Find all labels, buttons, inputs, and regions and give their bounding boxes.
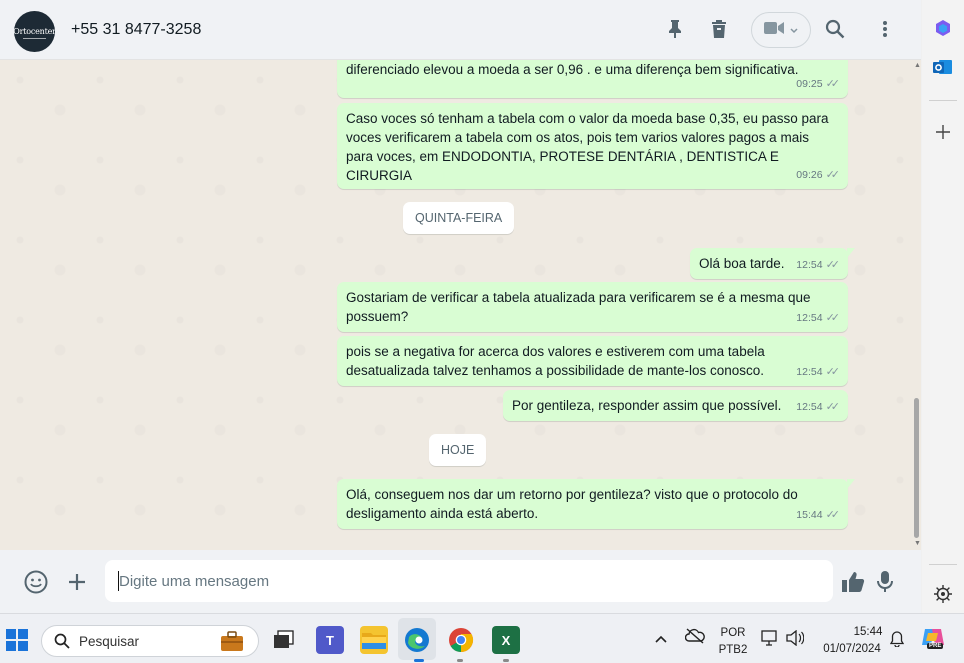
message-time: 09:25 [796, 78, 823, 90]
day-separator: QUINTA-FEIRA [403, 202, 515, 234]
message-meta: 12:54 ✓✓ [796, 256, 840, 275]
attach-plus-icon[interactable] [64, 569, 90, 595]
search-label: Pesquisar [79, 634, 140, 649]
message-meta: 12:54 ✓✓ [796, 398, 840, 417]
pin-icon[interactable] [663, 17, 687, 41]
message-bubble[interactable]: pois se a negativa for acerca dos valore… [337, 336, 848, 386]
double-check-icon: ✓✓ [825, 401, 841, 413]
network-monitor-icon[interactable] [761, 630, 779, 651]
sidebar-divider [929, 100, 957, 101]
avatar-logo-text: Ortocenter [14, 27, 55, 36]
search-magnifier-icon [54, 633, 70, 654]
language-indicator-top[interactable]: POR [719, 627, 747, 639]
whatsapp-window: Ortocenter +55 31 8477-3258 diferenciado… [0, 0, 921, 613]
windows-taskbar: Pesquisar T X POR PTB2 15:44 01/07/2024 … [0, 613, 964, 663]
tray-chevron-up-icon[interactable] [655, 631, 667, 649]
thumbs-up-icon[interactable] [840, 569, 866, 595]
add-plus-icon[interactable] [931, 120, 955, 144]
chevron-down-icon [790, 21, 798, 39]
message-bubble[interactable]: Gostariam de verificar a tabela atualiza… [337, 282, 848, 332]
message-text: Caso voces só tenham a tabela com o valo… [346, 111, 829, 183]
message-bubble[interactable]: Olá boa tarde. 12:54 ✓✓ [690, 248, 855, 279]
message-text: Gostariam de verificar a tabela atualiza… [346, 290, 811, 324]
message-list[interactable]: diferenciado elevou a moeda a ser 0,96 .… [0, 60, 921, 550]
day-separator: HOJE [429, 434, 487, 466]
message-bubble[interactable]: Caso voces só tenham a tabela com o valo… [337, 103, 848, 189]
message-time: 12:54 [796, 312, 823, 324]
message-time: 09:26 [796, 169, 823, 181]
text-caret [118, 571, 119, 591]
message-meta: 15:44 ✓✓ [796, 506, 840, 525]
language-indicator-bottom[interactable]: PTB2 [717, 644, 749, 656]
active-app-indicator [414, 659, 424, 662]
chat-header: Ortocenter +55 31 8477-3258 [0, 0, 921, 60]
message-time: 12:54 [796, 366, 823, 378]
message-meta: 12:54 ✓✓ [796, 363, 840, 382]
taskbar-search[interactable]: Pesquisar [41, 625, 259, 657]
avatar-logo-line [23, 38, 46, 39]
chrome-icon[interactable] [447, 626, 475, 654]
double-check-icon: ✓✓ [825, 312, 841, 324]
task-view-icon[interactable] [270, 626, 298, 654]
message-input[interactable] [105, 560, 833, 602]
volume-icon[interactable] [786, 629, 805, 651]
app-running-indicator [457, 659, 463, 662]
windows-start-icon[interactable] [6, 629, 28, 656]
clock-time[interactable]: 15:44 [846, 626, 890, 638]
double-check-icon: ✓✓ [825, 169, 841, 181]
message-meta: 12:54 ✓✓ [796, 309, 840, 328]
video-call-button[interactable] [751, 12, 811, 48]
outlook-icon[interactable] [931, 55, 955, 79]
contact-avatar[interactable]: Ortocenter [14, 11, 55, 52]
settings-gear-icon[interactable] [931, 582, 955, 606]
message-bubble[interactable]: Por gentileza, responder assim que possí… [503, 390, 848, 421]
notification-bell-icon[interactable] [889, 631, 905, 652]
double-check-icon: ✓✓ [825, 366, 841, 378]
double-check-icon: ✓✓ [825, 259, 841, 271]
scroll-up-arrow-icon[interactable]: ▲ [914, 62, 921, 69]
microphone-icon[interactable] [872, 569, 898, 595]
scrollbar[interactable]: ▲ ▼ [912, 60, 921, 550]
message-meta: 09:25 ✓✓ [796, 75, 840, 94]
scroll-down-arrow-icon[interactable]: ▼ [914, 540, 921, 547]
message-text: Olá, conseguem nos dar um retorno por ge… [346, 487, 798, 521]
message-text: pois se a negativa for acerca dos valore… [346, 344, 765, 378]
trash-icon[interactable] [707, 17, 731, 41]
contact-name[interactable]: +55 31 8477-3258 [71, 21, 201, 39]
preview-badge: PRE [927, 643, 944, 649]
message-time: 12:54 [796, 259, 823, 271]
video-camera-icon [764, 21, 784, 40]
message-meta: 09:26 ✓✓ [796, 166, 840, 185]
menu-icon[interactable] [873, 17, 897, 41]
edge-browser-icon[interactable] [403, 626, 431, 654]
teams-icon[interactable]: T [316, 626, 344, 654]
clock-date[interactable]: 01/07/2024 [818, 643, 886, 655]
sidebar-divider [929, 564, 957, 565]
copilot-taskbar-icon[interactable]: PRE [922, 627, 946, 651]
message-time: 12:54 [796, 401, 823, 413]
excel-icon[interactable]: X [492, 626, 520, 654]
message-bubble[interactable]: diferenciado elevou a moeda a ser 0,96 .… [337, 60, 848, 98]
message-composer [0, 550, 921, 613]
browser-sidebar [922, 0, 964, 613]
message-text: Por gentileza, responder assim que possí… [512, 398, 782, 413]
cloud-offline-icon[interactable] [684, 628, 705, 649]
search-icon[interactable] [823, 17, 847, 41]
emoji-icon[interactable] [23, 569, 49, 595]
message-bubble[interactable]: Olá, conseguem nos dar um retorno por ge… [337, 479, 855, 529]
copilot-icon[interactable] [931, 16, 955, 40]
message-text: diferenciado elevou a moeda a ser 0,96 .… [346, 62, 799, 77]
briefcase-icon [220, 630, 244, 657]
double-check-icon: ✓✓ [825, 78, 841, 90]
scrollbar-thumb[interactable] [914, 398, 919, 538]
app-running-indicator [503, 659, 509, 662]
message-time: 15:44 [796, 509, 823, 521]
double-check-icon: ✓✓ [825, 509, 841, 521]
file-explorer-icon[interactable] [360, 626, 388, 654]
